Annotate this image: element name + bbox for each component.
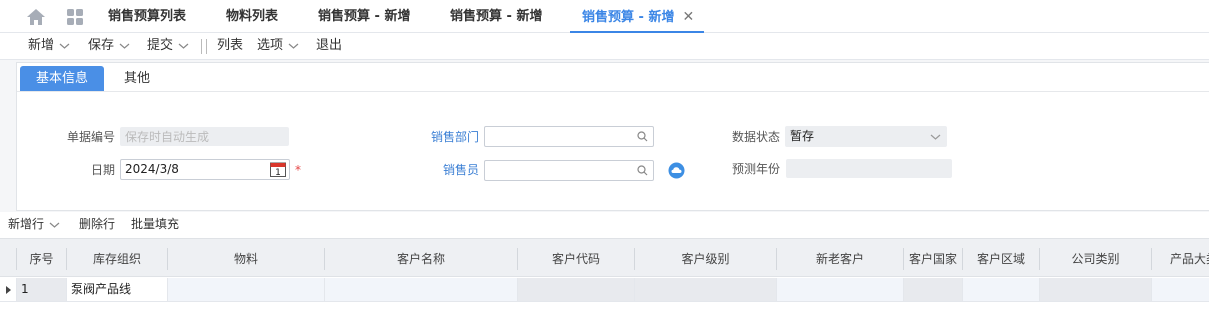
cell-seq: 1	[17, 278, 67, 301]
cell-material[interactable]	[168, 278, 325, 301]
document-tab-bar: 销售预算列表 物料列表 销售预算 - 新增 销售预算 - 新增 销售预算 - 新…	[0, 0, 1209, 33]
chevron-down-icon	[59, 43, 70, 49]
header-customer-region[interactable]: 客户区域	[963, 248, 1040, 270]
grid-toolbar: 新增行 删除行 批量填充	[0, 212, 1209, 238]
toolbar-divider	[201, 39, 202, 54]
tab-sales-budget-new-active[interactable]: 销售预算 - 新增 ✕	[570, 0, 705, 34]
cloud-icon[interactable]	[668, 162, 685, 179]
header-customer-country[interactable]: 客户国家	[904, 248, 963, 270]
header-seq[interactable]: 序号	[17, 248, 67, 270]
forecast-year-label: 预测年份	[731, 162, 780, 176]
detail-grid: 序号 库存组织 物料 客户名称 客户代码 客户级别 新老客户 客户国家 客户区域…	[0, 238, 1209, 319]
cell-new-old-customer[interactable]	[777, 278, 904, 301]
header-customer-level[interactable]: 客户级别	[635, 248, 777, 270]
doc-no-placeholder: 保存时自动生成	[125, 130, 210, 144]
header-row-indicator	[0, 248, 17, 270]
date-label: 日期	[90, 163, 115, 177]
delete-row-button[interactable]: 删除行	[79, 212, 115, 236]
cell-company-category	[1040, 278, 1152, 301]
exit-button[interactable]: 退出	[316, 33, 342, 60]
date-value: 2024/3/8	[125, 162, 179, 176]
new-button[interactable]: 新增	[28, 33, 70, 60]
home-icon[interactable]	[26, 8, 46, 26]
toolbar: 新增 保存 提交 列表 选项 退出	[0, 33, 1209, 60]
form-tab-divider	[17, 91, 1209, 92]
tab-label: 销售预算 - 新增	[450, 9, 543, 24]
submit-button[interactable]: 提交	[147, 33, 189, 60]
salesman-label[interactable]: 销售员	[400, 160, 479, 180]
tab-label: 物料列表	[226, 9, 279, 24]
chevron-down-icon	[49, 222, 60, 228]
submit-button-label: 提交	[147, 38, 174, 53]
cell-customer-level	[635, 278, 777, 301]
header-company-category[interactable]: 公司类别	[1040, 248, 1152, 270]
calendar-icon[interactable]: 1	[270, 162, 286, 177]
header-product-category[interactable]: 产品大类	[1152, 248, 1209, 270]
tab-sales-budget-list[interactable]: 销售预算列表	[108, 0, 186, 33]
header-material[interactable]: 物料	[168, 248, 325, 270]
doc-no-field: 保存时自动生成	[120, 127, 289, 146]
close-tab-icon[interactable]: ✕	[682, 0, 694, 34]
options-button-label: 选项	[257, 38, 284, 53]
date-input[interactable]: 2024/3/8 1	[120, 159, 290, 180]
chevron-down-icon	[930, 134, 941, 140]
save-button-label: 保存	[88, 38, 115, 53]
sales-dept-label[interactable]: 销售部门	[400, 127, 479, 147]
tab-label: 销售预算 - 新增	[318, 9, 411, 24]
header-new-old-customer[interactable]: 新老客户	[777, 248, 904, 270]
tab-label: 销售预算列表	[108, 9, 187, 24]
header-inventory-org[interactable]: 库存组织	[67, 248, 168, 270]
cell-inventory-org[interactable]: 泵阀产品线	[67, 278, 168, 301]
data-status-select[interactable]: 暂存	[785, 126, 947, 147]
chevron-down-icon	[288, 43, 299, 49]
options-button[interactable]: 选项	[257, 33, 299, 60]
grid-header-row: 序号 库存组织 物料 客户名称 客户代码 客户级别 新老客户 客户国家 客户区域…	[0, 238, 1209, 277]
exit-button-label: 退出	[316, 38, 343, 53]
calendar-day: 1	[275, 168, 281, 177]
row-pointer-icon	[6, 286, 11, 294]
new-button-label: 新增	[28, 38, 55, 53]
salesman-input[interactable]	[484, 160, 654, 181]
apps-grid-icon[interactable]	[66, 8, 84, 26]
list-button[interactable]: 列表	[217, 33, 243, 60]
required-mark: *	[295, 163, 301, 177]
cell-product-category[interactable]	[1152, 278, 1209, 301]
search-icon[interactable]	[637, 165, 648, 176]
save-button[interactable]: 保存	[88, 33, 130, 60]
row-indicator	[0, 278, 17, 301]
tab-other[interactable]: 其他	[112, 66, 162, 91]
tab-material-list[interactable]: 物料列表	[226, 0, 278, 33]
batch-fill-button[interactable]: 批量填充	[131, 212, 179, 236]
data-status-label: 数据状态	[731, 130, 780, 144]
forecast-year-field	[786, 159, 952, 178]
chevron-down-icon	[119, 43, 130, 49]
search-icon[interactable]	[637, 131, 648, 142]
add-row-button[interactable]: 新增行	[8, 212, 60, 236]
data-status-value: 暂存	[790, 129, 815, 143]
cell-customer-name[interactable]	[325, 278, 518, 301]
chevron-down-icon	[178, 43, 189, 49]
cell-customer-region[interactable]	[963, 278, 1040, 301]
cell-customer-country	[904, 278, 963, 301]
tab-basic-info[interactable]: 基本信息	[20, 66, 104, 91]
doc-no-label: 单据编号	[66, 130, 115, 144]
tab-label: 销售预算 - 新增	[582, 10, 675, 25]
header-customer-name[interactable]: 客户名称	[325, 248, 518, 270]
tab-sales-budget-new-2[interactable]: 销售预算 - 新增	[450, 0, 542, 33]
toolbar-divider	[206, 39, 207, 54]
table-row[interactable]: 1 泵阀产品线	[0, 278, 1209, 302]
list-button-label: 列表	[217, 38, 244, 53]
cell-customer-code	[518, 278, 635, 301]
add-row-label: 新增行	[8, 217, 45, 231]
tab-sales-budget-new-1[interactable]: 销售预算 - 新增	[318, 0, 410, 33]
sales-dept-input[interactable]	[484, 126, 654, 147]
header-customer-code[interactable]: 客户代码	[518, 248, 635, 270]
